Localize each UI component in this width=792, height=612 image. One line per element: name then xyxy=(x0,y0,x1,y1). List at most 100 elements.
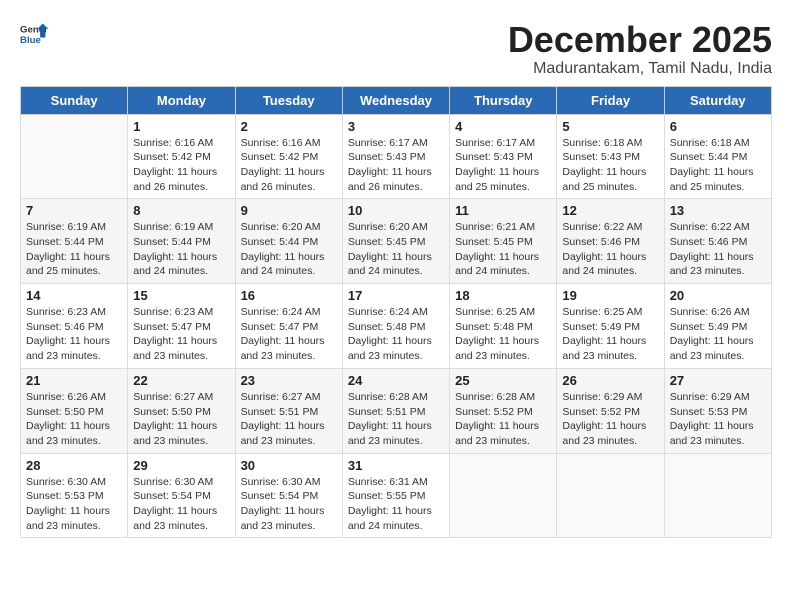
calendar-cell: 14 Sunrise: 6:23 AM Sunset: 5:46 PM Dayli… xyxy=(21,284,128,369)
day-info: Sunrise: 6:20 AM Sunset: 5:45 PM Dayligh… xyxy=(348,220,444,279)
calendar-cell: 2Sunrise: 6:16 AM Sunset: 5:42 PM Daylig… xyxy=(235,114,342,199)
calendar-cell: 21 Sunrise: 6:26 AM Sunset: 5:50 PM Dayli… xyxy=(21,368,128,453)
logo: General Blue xyxy=(20,20,48,48)
day-number: 9 xyxy=(241,203,337,218)
day-info: Sunrise: 6:22 AM Sunset: 5:46 PM Dayligh… xyxy=(670,220,766,279)
calendar-cell: 22 Sunrise: 6:27 AM Sunset: 5:50 PM Dayli… xyxy=(128,368,235,453)
day-info: Sunrise: 6:17 AM Sunset: 5:43 PM Dayligh… xyxy=(348,136,444,195)
calendar-cell: 1Sunrise: 6:16 AM Sunset: 5:42 PM Daylig… xyxy=(128,114,235,199)
day-number: 16 xyxy=(241,288,337,303)
calendar-cell: 10 Sunrise: 6:20 AM Sunset: 5:45 PM Dayli… xyxy=(342,199,449,284)
day-info: Sunrise: 6:20 AM Sunset: 5:44 PM Dayligh… xyxy=(241,220,337,279)
day-info: Sunrise: 6:23 AM Sunset: 5:46 PM Dayligh… xyxy=(26,305,122,364)
svg-text:Blue: Blue xyxy=(20,35,41,46)
calendar-cell: 13 Sunrise: 6:22 AM Sunset: 5:46 PM Dayli… xyxy=(664,199,771,284)
day-info: Sunrise: 6:31 AM Sunset: 5:55 PM Dayligh… xyxy=(348,475,444,534)
day-number: 27 xyxy=(670,373,766,388)
calendar-cell: 30 Sunrise: 6:30 AM Sunset: 5:54 PM Dayli… xyxy=(235,453,342,538)
day-number: 21 xyxy=(26,373,122,388)
day-info: Sunrise: 6:16 AM Sunset: 5:42 PM Dayligh… xyxy=(241,136,337,195)
column-header-sunday: Sunday xyxy=(21,86,128,114)
calendar-week-row: 1 Sunrise: 6:16 AM Sunset: 5:42 PM Daylig… xyxy=(21,114,772,199)
day-number: 20 xyxy=(670,288,766,303)
calendar-cell: 24Sunrise: 6:28 AM Sunset: 5:51 PM Dayli… xyxy=(342,368,449,453)
day-info: Sunrise: 6:26 AM Sunset: 5:50 PM Dayligh… xyxy=(26,390,122,449)
calendar-cell: 25Sunrise: 6:28 AM Sunset: 5:52 PM Dayli… xyxy=(450,368,557,453)
calendar-cell xyxy=(557,453,664,538)
day-info: Sunrise: 6:27 AM Sunset: 5:50 PM Dayligh… xyxy=(133,390,229,449)
calendar-cell: 31 Sunrise: 6:31 AM Sunset: 5:55 PM Dayli… xyxy=(342,453,449,538)
day-info: Sunrise: 6:24 AM Sunset: 5:47 PM Dayligh… xyxy=(241,305,337,364)
day-info: Sunrise: 6:29 AM Sunset: 5:53 PM Dayligh… xyxy=(670,390,766,449)
day-info: Sunrise: 6:21 AM Sunset: 5:45 PM Dayligh… xyxy=(455,220,551,279)
calendar-cell: 23 Sunrise: 6:27 AM Sunset: 5:51 PM Dayli… xyxy=(235,368,342,453)
day-info: Sunrise: 6:23 AM Sunset: 5:47 PM Dayligh… xyxy=(133,305,229,364)
day-number: 7 xyxy=(26,203,122,218)
day-number: 18 xyxy=(455,288,551,303)
day-number: 5 xyxy=(562,119,658,134)
column-header-thursday: Thursday xyxy=(450,86,557,114)
day-number: 6 xyxy=(670,119,766,134)
day-info: Sunrise: 6:28 AM Sunset: 5:51 PM Dayligh… xyxy=(348,390,444,449)
calendar-cell: 6 Sunrise: 6:18 AM Sunset: 5:44 PM Daylig… xyxy=(664,114,771,199)
calendar-cell: 18Sunrise: 6:25 AM Sunset: 5:48 PM Dayli… xyxy=(450,284,557,369)
calendar-cell: 28Sunrise: 6:30 AM Sunset: 5:53 PM Dayli… xyxy=(21,453,128,538)
day-number: 15 xyxy=(133,288,229,303)
day-number: 26 xyxy=(562,373,658,388)
day-info: Sunrise: 6:17 AM Sunset: 5:43 PM Dayligh… xyxy=(455,136,551,195)
title-block: December 2025 Madurantakam, Tamil Nadu, … xyxy=(508,20,772,78)
day-number: 1 xyxy=(133,119,229,134)
column-header-tuesday: Tuesday xyxy=(235,86,342,114)
day-info: Sunrise: 6:18 AM Sunset: 5:44 PM Dayligh… xyxy=(670,136,766,195)
day-number: 31 xyxy=(348,458,444,473)
day-number: 13 xyxy=(670,203,766,218)
day-info: Sunrise: 6:29 AM Sunset: 5:52 PM Dayligh… xyxy=(562,390,658,449)
day-info: Sunrise: 6:19 AM Sunset: 5:44 PM Dayligh… xyxy=(26,220,122,279)
column-header-monday: Monday xyxy=(128,86,235,114)
day-info: Sunrise: 6:26 AM Sunset: 5:49 PM Dayligh… xyxy=(670,305,766,364)
day-info: Sunrise: 6:22 AM Sunset: 5:46 PM Dayligh… xyxy=(562,220,658,279)
location-subtitle: Madurantakam, Tamil Nadu, India xyxy=(508,60,772,78)
calendar-week-row: 28Sunrise: 6:30 AM Sunset: 5:53 PM Dayli… xyxy=(21,453,772,538)
calendar-week-row: 7 Sunrise: 6:19 AM Sunset: 5:44 PM Daylig… xyxy=(21,199,772,284)
calendar-cell xyxy=(21,114,128,199)
calendar-cell: 27 Sunrise: 6:29 AM Sunset: 5:53 PM Dayli… xyxy=(664,368,771,453)
day-number: 17 xyxy=(348,288,444,303)
day-number: 28 xyxy=(26,458,122,473)
day-info: Sunrise: 6:28 AM Sunset: 5:52 PM Dayligh… xyxy=(455,390,551,449)
day-info: Sunrise: 6:30 AM Sunset: 5:54 PM Dayligh… xyxy=(133,475,229,534)
day-number: 30 xyxy=(241,458,337,473)
day-info: Sunrise: 6:25 AM Sunset: 5:49 PM Dayligh… xyxy=(562,305,658,364)
calendar-cell: 16 Sunrise: 6:24 AM Sunset: 5:47 PM Dayli… xyxy=(235,284,342,369)
column-header-friday: Friday xyxy=(557,86,664,114)
day-info: Sunrise: 6:19 AM Sunset: 5:44 PM Dayligh… xyxy=(133,220,229,279)
calendar-cell xyxy=(450,453,557,538)
day-info: Sunrise: 6:18 AM Sunset: 5:43 PM Dayligh… xyxy=(562,136,658,195)
day-number: 4 xyxy=(455,119,551,134)
column-header-saturday: Saturday xyxy=(664,86,771,114)
calendar-header-row: SundayMondayTuesdayWednesdayThursdayFrid… xyxy=(21,86,772,114)
calendar-week-row: 21 Sunrise: 6:26 AM Sunset: 5:50 PM Dayli… xyxy=(21,368,772,453)
calendar-cell: 11 Sunrise: 6:21 AM Sunset: 5:45 PM Dayli… xyxy=(450,199,557,284)
calendar-cell: 3 Sunrise: 6:17 AM Sunset: 5:43 PM Daylig… xyxy=(342,114,449,199)
calendar-body: 1 Sunrise: 6:16 AM Sunset: 5:42 PM Daylig… xyxy=(21,114,772,538)
day-number: 19 xyxy=(562,288,658,303)
day-number: 11 xyxy=(455,203,551,218)
calendar-cell: 17Sunrise: 6:24 AM Sunset: 5:48 PM Dayli… xyxy=(342,284,449,369)
calendar-week-row: 14 Sunrise: 6:23 AM Sunset: 5:46 PM Dayli… xyxy=(21,284,772,369)
calendar-cell: 19 Sunrise: 6:25 AM Sunset: 5:49 PM Dayli… xyxy=(557,284,664,369)
day-number: 23 xyxy=(241,373,337,388)
day-info: Sunrise: 6:30 AM Sunset: 5:54 PM Dayligh… xyxy=(241,475,337,534)
day-number: 14 xyxy=(26,288,122,303)
day-info: Sunrise: 6:27 AM Sunset: 5:51 PM Dayligh… xyxy=(241,390,337,449)
month-title: December 2025 xyxy=(508,20,772,60)
calendar-cell: 9 Sunrise: 6:20 AM Sunset: 5:44 PM Daylig… xyxy=(235,199,342,284)
day-number: 10 xyxy=(348,203,444,218)
calendar-cell: 15 Sunrise: 6:23 AM Sunset: 5:47 PM Dayli… xyxy=(128,284,235,369)
day-number: 22 xyxy=(133,373,229,388)
calendar-cell: 7 Sunrise: 6:19 AM Sunset: 5:44 PM Daylig… xyxy=(21,199,128,284)
calendar-cell xyxy=(664,453,771,538)
day-number: 3 xyxy=(348,119,444,134)
page-header: General Blue December 2025 Madurantakam,… xyxy=(20,20,772,78)
column-header-wednesday: Wednesday xyxy=(342,86,449,114)
